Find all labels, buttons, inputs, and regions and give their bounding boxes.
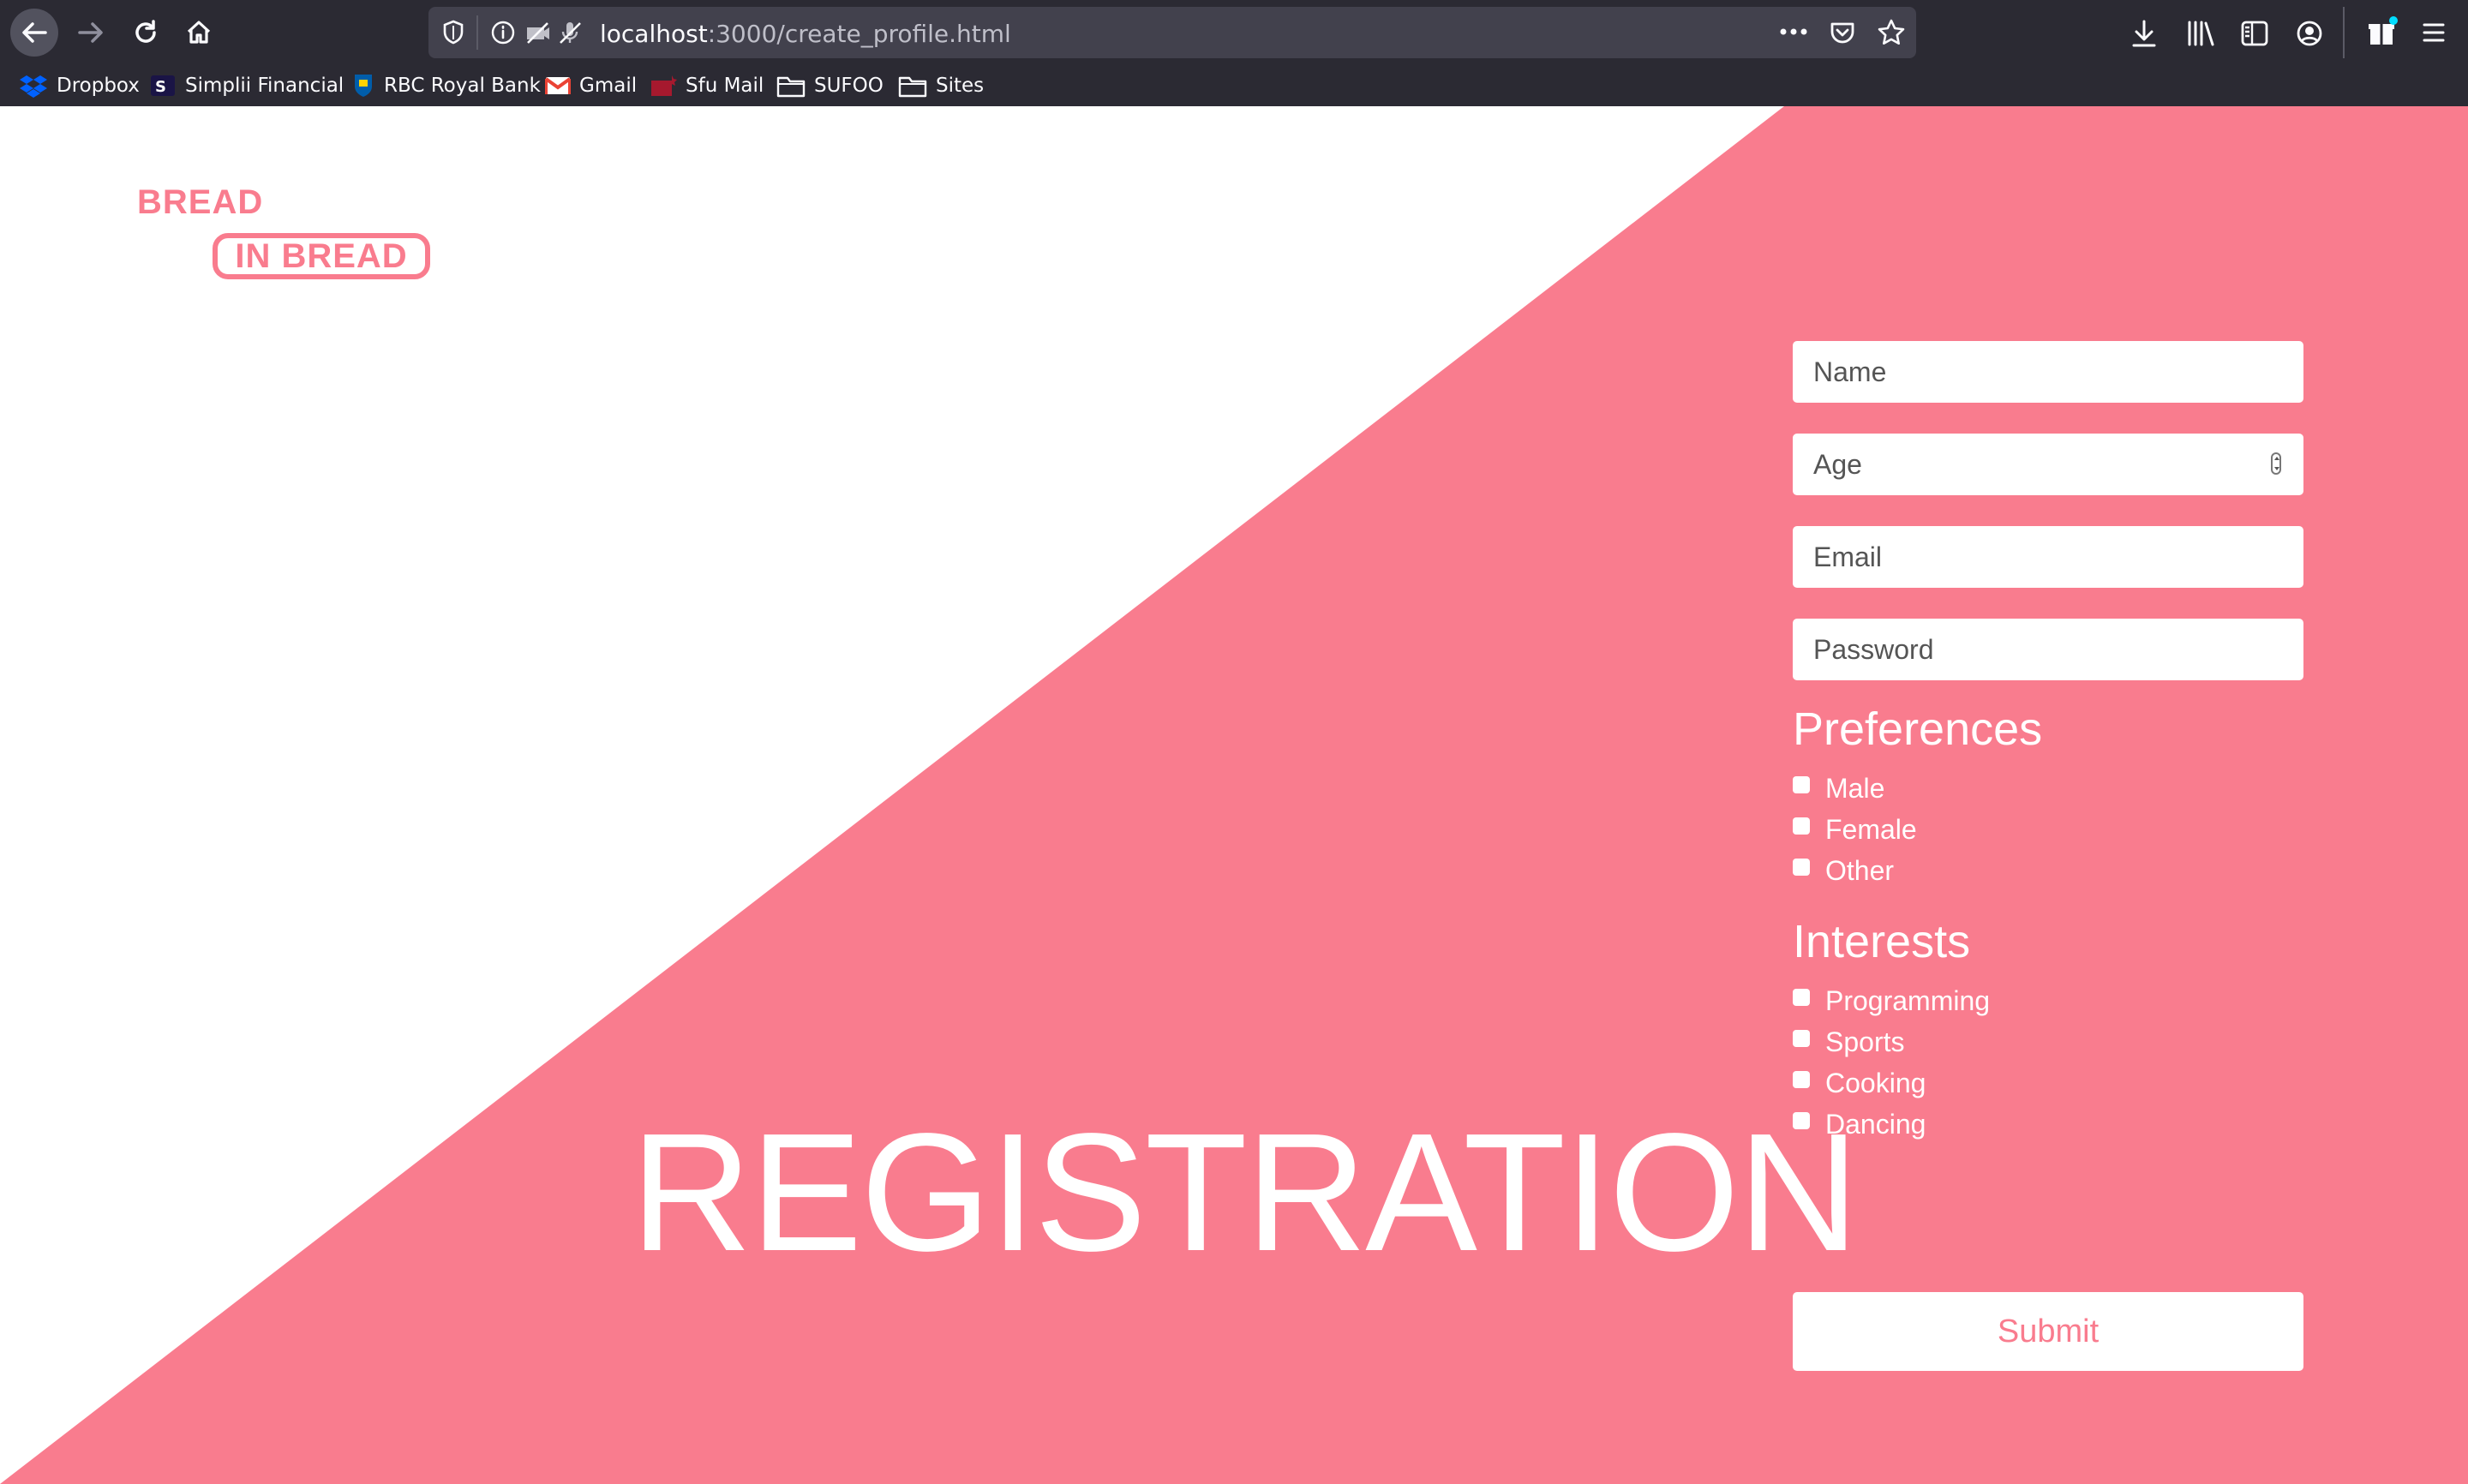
simplii-icon: S xyxy=(151,75,175,96)
reload-icon xyxy=(135,20,156,43)
name-input[interactable]: Name xyxy=(1793,341,2303,403)
url-text[interactable]: localhost:3000/create_profile.html xyxy=(600,20,1011,48)
bookmark-sfu-mail[interactable]: Sfu Mail xyxy=(650,70,764,101)
preference-option[interactable]: Male xyxy=(1793,771,1884,805)
extensions-gift-icon[interactable] xyxy=(2367,15,2399,48)
checkbox[interactable] xyxy=(1793,859,1810,876)
bookmark-gmail[interactable]: Gmail xyxy=(545,70,637,101)
url-host: localhost xyxy=(600,20,708,48)
number-spinner-icon[interactable] xyxy=(2271,452,2281,475)
checkbox-label: Programming xyxy=(1825,984,1991,1016)
logo-text-bread: BREAD xyxy=(137,183,264,221)
sidebar-icon[interactable] xyxy=(2240,19,2269,48)
password-input[interactable]: Password xyxy=(1793,619,2303,680)
browser-toolbar: localhost:3000/create_profile.html xyxy=(0,0,2468,65)
interest-option[interactable]: Dancing xyxy=(1793,1107,1926,1141)
toolbar-divider xyxy=(2343,7,2345,58)
checkbox[interactable] xyxy=(1793,776,1810,793)
checkbox[interactable] xyxy=(1793,1112,1810,1129)
forward-button[interactable] xyxy=(67,9,115,57)
home-icon xyxy=(187,21,211,44)
reload-button[interactable] xyxy=(122,9,170,57)
bookmark-label: Sfu Mail xyxy=(686,75,764,97)
url-bar[interactable]: localhost:3000/create_profile.html xyxy=(428,7,1916,58)
checkbox-label: Sports xyxy=(1825,1026,1905,1057)
camera-blocked-icon[interactable] xyxy=(524,19,550,46)
account-icon[interactable] xyxy=(2295,19,2324,48)
bookmark-star-icon[interactable] xyxy=(1877,18,1906,47)
page-title: REGISTRATION xyxy=(631,1098,1860,1286)
preference-option[interactable]: Female xyxy=(1793,812,1917,847)
bookmark-simplii[interactable]: S Simplii Financial xyxy=(151,70,344,101)
checkbox-label: Female xyxy=(1825,813,1917,845)
checkbox-label: Male xyxy=(1825,772,1885,804)
interests-heading: Interests xyxy=(1793,916,1971,967)
checkbox-label: Cooking xyxy=(1825,1067,1926,1098)
logo-text-in-bread: IN BREAD xyxy=(235,236,408,275)
bookmark-label: Dropbox xyxy=(57,75,140,97)
age-placeholder: Age xyxy=(1813,448,1862,480)
url-path: :3000/create_profile.html xyxy=(707,20,1011,48)
bookmark-label: Gmail xyxy=(579,75,638,97)
bookmark-label: SUFOO xyxy=(814,75,884,97)
checkbox[interactable] xyxy=(1793,989,1810,1006)
page-viewport: BREAD IN BREAD REGISTRATION Name Age Ema… xyxy=(0,106,2468,1484)
info-icon[interactable] xyxy=(490,20,516,45)
bookmark-sufoo[interactable]: SUFOO xyxy=(776,70,884,101)
checkbox[interactable] xyxy=(1793,1071,1810,1088)
interest-option[interactable]: Cooking xyxy=(1793,1066,1926,1100)
submit-button[interactable]: Submit xyxy=(1793,1292,2303,1371)
rbc-icon xyxy=(355,75,372,97)
logo-badge: IN BREAD xyxy=(213,233,430,279)
svg-text:S: S xyxy=(155,78,166,96)
folder-icon xyxy=(776,76,806,98)
bookmark-label: Simplii Financial xyxy=(185,75,344,97)
email-input[interactable]: Email xyxy=(1793,526,2303,588)
bookmark-dropbox[interactable]: Dropbox xyxy=(19,70,140,101)
dropbox-icon xyxy=(20,75,47,98)
home-button[interactable] xyxy=(175,9,223,57)
library-icon[interactable] xyxy=(2185,19,2216,48)
bookmark-sites[interactable]: Sites xyxy=(898,70,984,101)
microphone-blocked-icon[interactable] xyxy=(557,19,583,46)
bookmark-label: RBC Royal Bank xyxy=(384,75,541,97)
checkbox-label: Dancing xyxy=(1825,1108,1926,1140)
folder-icon xyxy=(898,76,927,98)
age-input[interactable]: Age xyxy=(1793,434,2303,495)
menu-icon[interactable] xyxy=(2422,21,2446,45)
downloads-icon[interactable] xyxy=(2130,19,2158,48)
sfu-icon xyxy=(651,75,677,96)
checkbox-label: Other xyxy=(1825,854,1895,886)
pocket-icon[interactable] xyxy=(1829,19,1856,46)
checkbox[interactable] xyxy=(1793,1030,1810,1047)
preferences-heading: Preferences xyxy=(1793,703,2043,755)
forward-arrow-icon xyxy=(78,22,103,43)
url-divider xyxy=(476,15,478,50)
bookmark-rbc[interactable]: RBC Royal Bank xyxy=(351,70,541,101)
back-arrow-icon xyxy=(22,22,47,43)
more-actions-icon[interactable] xyxy=(1779,26,1808,38)
shield-icon[interactable] xyxy=(440,19,466,46)
bookmark-label: Sites xyxy=(936,75,985,97)
preference-option[interactable]: Other xyxy=(1793,853,1894,888)
interest-option[interactable]: Sports xyxy=(1793,1025,1904,1059)
back-button[interactable] xyxy=(10,9,58,57)
bookmarks-bar: Dropbox S Simplii Financial RBC Royal Ba… xyxy=(0,65,2468,108)
gmail-icon xyxy=(545,77,571,94)
checkbox[interactable] xyxy=(1793,817,1810,835)
interest-option[interactable]: Programming xyxy=(1793,984,1990,1018)
